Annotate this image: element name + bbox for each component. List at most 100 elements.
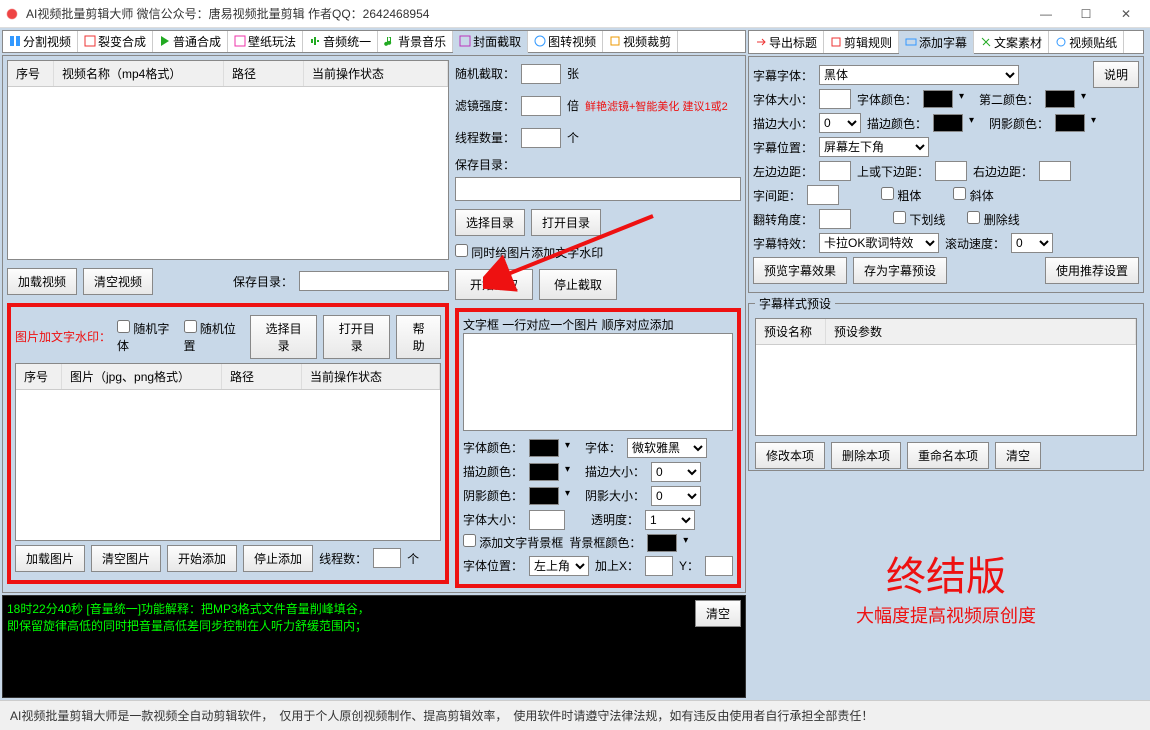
sub-pos-select[interactable]: 屏幕左下角: [819, 137, 929, 157]
strike-check[interactable]: 删除线: [967, 211, 1019, 228]
clear-image-button[interactable]: 清空图片: [91, 545, 161, 572]
clear-log-button[interactable]: 清空: [695, 600, 741, 627]
tab-cover-capture[interactable]: 封面截取: [453, 31, 528, 53]
right-tabbar: 导出标题 剪辑规则 添加字幕 文案素材 视频贴纸: [748, 30, 1144, 54]
sub-stroke-color[interactable]: [933, 114, 963, 132]
delete-preset-button[interactable]: 删除本项: [831, 442, 901, 469]
stroke-size-select[interactable]: 0: [651, 462, 701, 482]
log-panel: 清空 18时22分40秒 [音量统一]功能解释：把MP3格式文件音量削峰填谷， …: [2, 595, 746, 698]
addx-input[interactable]: [645, 556, 673, 576]
sub-shadow-color[interactable]: [1055, 114, 1085, 132]
col-status: 当前操作状态: [302, 364, 440, 389]
tab-video-crop[interactable]: 视频裁剪: [603, 31, 678, 52]
spacing-input[interactable]: [807, 185, 839, 205]
filter-input[interactable]: [521, 96, 561, 116]
bg-color-picker[interactable]: [647, 534, 677, 552]
use-recommended-button[interactable]: 使用推荐设置: [1045, 257, 1139, 284]
stop-capture-button[interactable]: 停止截取: [539, 269, 617, 300]
save-dir-input-top[interactable]: [299, 271, 449, 291]
angle-input[interactable]: [819, 209, 851, 229]
sub-font-size[interactable]: [819, 89, 851, 109]
clear-preset-button[interactable]: 清空: [995, 442, 1041, 469]
crop-icon: [609, 35, 621, 47]
font-color-picker[interactable]: [529, 439, 559, 457]
load-video-button[interactable]: 加载视频: [7, 268, 77, 295]
shadow-size-select[interactable]: 0: [651, 486, 701, 506]
watermark-text-input[interactable]: [463, 333, 733, 431]
end-version: 终结版 大幅度提高视频原创度: [748, 473, 1144, 698]
watermark-title: 图片加文字水印：: [15, 328, 111, 345]
left-margin[interactable]: [819, 161, 851, 181]
minimize-button[interactable]: —: [1026, 0, 1066, 28]
tab-export-title[interactable]: 导出标题: [749, 31, 824, 53]
tab-edit-rules[interactable]: 剪辑规则: [824, 31, 899, 53]
cover-panel: 序号 视频名称（mp4格式） 路径 当前操作状态 加载视频 清空视频 保存目录：: [2, 55, 746, 593]
thread-count-input[interactable]: [521, 128, 561, 148]
tab-normal-merge[interactable]: 普通合成: [153, 31, 228, 52]
sub-color2[interactable]: [1045, 90, 1075, 108]
open-dir-button[interactable]: 打开目录: [531, 209, 601, 236]
font-select[interactable]: 微软雅黑: [627, 438, 707, 458]
titlebar: AI视频批量剪辑大师 微信公众号：唐易视频批量剪辑 作者QQ：264246895…: [0, 0, 1150, 28]
split-icon: [9, 35, 21, 47]
tab-split-video[interactable]: 分割视频: [3, 31, 78, 52]
threads-input[interactable]: [373, 548, 401, 568]
effect-select[interactable]: 卡拉OK歌词特效: [819, 233, 939, 253]
font-pos-select[interactable]: 左上角: [529, 556, 589, 576]
save-dir-label: 保存目录：: [233, 273, 293, 290]
load-image-button[interactable]: 加载图片: [15, 545, 85, 572]
shadow-color-picker[interactable]: [529, 487, 559, 505]
font-size-input[interactable]: [529, 510, 565, 530]
help-button[interactable]: 帮助: [396, 315, 441, 359]
opacity-select[interactable]: 1: [645, 510, 695, 530]
start-add-button[interactable]: 开始添加: [167, 545, 237, 572]
font-family-select[interactable]: 黑体: [819, 65, 1019, 85]
log-line: 即保留旋律高低的同时把音量高低差同步控制在人听力舒缓范围内；: [7, 617, 741, 634]
footer: AI视频批量剪辑大师是一款视频全自动剪辑软件， 仅用于个人原创视频制作、提高剪辑…: [0, 700, 1150, 730]
rand-font-check[interactable]: 随机字体: [117, 320, 178, 354]
bold-check[interactable]: 粗体: [881, 187, 921, 204]
tb-margin[interactable]: [935, 161, 967, 181]
right-margin[interactable]: [1039, 161, 1071, 181]
preview-subtitle-button[interactable]: 预览字幕效果: [753, 257, 847, 284]
tab-add-subtitle[interactable]: 添加字幕: [899, 31, 974, 54]
watermark-section: 图片加文字水印： 随机字体 随机位置 选择目录 打开目录 帮助 序号 图片（jp…: [7, 303, 449, 584]
start-capture-button[interactable]: 开始截取: [455, 269, 533, 300]
stop-add-button[interactable]: 停止添加: [243, 545, 313, 572]
close-button[interactable]: ✕: [1106, 0, 1146, 28]
y-input[interactable]: [705, 556, 733, 576]
video-grid: 序号 视频名称（mp4格式） 路径 当前操作状态: [7, 60, 449, 260]
sub-stroke-size[interactable]: 0: [819, 113, 861, 133]
rules-icon: [830, 36, 842, 48]
scroll-select[interactable]: 0: [1011, 233, 1053, 253]
italic-check[interactable]: 斜体: [953, 187, 993, 204]
subtitle-icon: [905, 36, 917, 48]
rand-cap-input[interactable]: [521, 64, 561, 84]
sub-font-color[interactable]: [923, 90, 953, 108]
stroke-color-picker[interactable]: [529, 463, 559, 481]
clear-video-button[interactable]: 清空视频: [83, 268, 153, 295]
save-dir-input[interactable]: [455, 177, 741, 201]
add-watermark-check[interactable]: 同时给图片添加文字水印: [455, 244, 741, 261]
tab-img-to-video[interactable]: 图转视频: [528, 31, 603, 52]
tab-audio-unify[interactable]: 音频统一: [303, 31, 378, 52]
maximize-button[interactable]: ☐: [1066, 0, 1106, 28]
tab-fission[interactable]: 裂变合成: [78, 31, 153, 52]
rename-preset-button[interactable]: 重命名本项: [907, 442, 989, 469]
tab-wallpaper[interactable]: 壁纸玩法: [228, 31, 303, 52]
explain-button[interactable]: 说明: [1093, 61, 1139, 88]
underline-check[interactable]: 下划线: [893, 211, 945, 228]
play-icon: [159, 35, 171, 47]
choose-dir-button[interactable]: 选择目录: [455, 209, 525, 236]
modify-preset-button[interactable]: 修改本项: [755, 442, 825, 469]
save-preset-button[interactable]: 存为字幕预设: [853, 257, 947, 284]
choose-dir-button-wm[interactable]: 选择目录: [250, 315, 317, 359]
open-dir-button-wm[interactable]: 打开目录: [323, 315, 390, 359]
preset-group: 字幕样式预设 预设名称 预设参数 修改本项 删除本项 重命名本项 清空: [748, 295, 1144, 471]
tab-video-sticker[interactable]: 视频贴纸: [1049, 31, 1124, 53]
add-bg-check[interactable]: 添加文字背景框: [463, 534, 563, 551]
tab-bgm[interactable]: 背景音乐: [378, 31, 453, 52]
rand-pos-check[interactable]: 随机位置: [184, 320, 245, 354]
tab-copy-material[interactable]: 文案素材: [974, 31, 1049, 53]
col-name: 视频名称（mp4格式）: [54, 61, 224, 86]
